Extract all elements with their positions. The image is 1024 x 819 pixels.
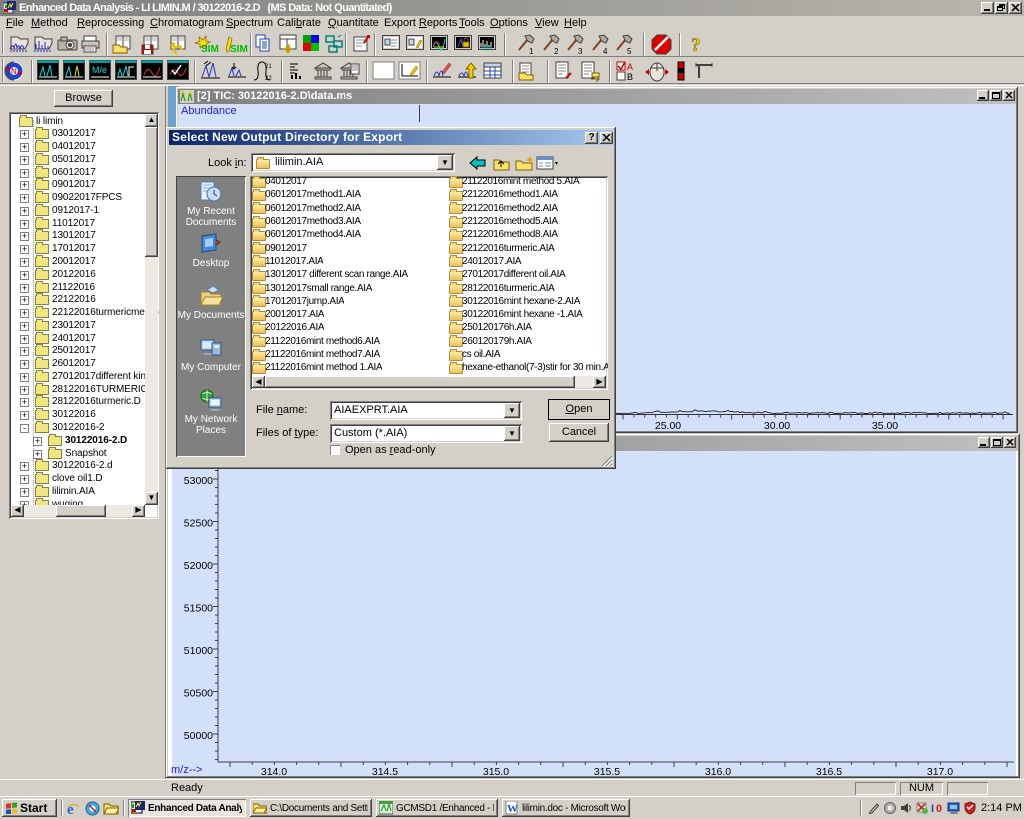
svg-text:5: 5 bbox=[627, 47, 632, 55]
svg-text:52000: 52000 bbox=[184, 560, 213, 572]
svg-text:M/e: M/e bbox=[92, 65, 107, 75]
svg-text:?: ? bbox=[691, 35, 701, 55]
svg-text:315.5: 315.5 bbox=[594, 766, 620, 775]
svg-text:315.0: 315.0 bbox=[483, 766, 509, 775]
svg-text:316.0: 316.0 bbox=[705, 766, 731, 775]
svg-text:4: 4 bbox=[603, 47, 608, 55]
svg-text:317.0: 317.0 bbox=[927, 766, 953, 775]
svg-text:I: I bbox=[931, 803, 934, 815]
svg-text:314.5: 314.5 bbox=[372, 766, 398, 775]
svg-text:A: A bbox=[627, 62, 633, 72]
svg-text:51500: 51500 bbox=[184, 603, 213, 615]
svg-text:316.5: 316.5 bbox=[816, 766, 842, 775]
svg-text:35.00: 35.00 bbox=[872, 420, 898, 431]
svg-text:SIM: SIM bbox=[201, 44, 219, 55]
svg-text:SIM: SIM bbox=[230, 44, 248, 55]
svg-text:25.00: 25.00 bbox=[655, 420, 681, 431]
svg-text:W: W bbox=[507, 803, 518, 815]
svg-text:314.0: 314.0 bbox=[261, 766, 287, 775]
svg-text:51000: 51000 bbox=[184, 645, 213, 657]
svg-text:21: 21 bbox=[265, 64, 272, 70]
svg-text:B: B bbox=[627, 72, 633, 82]
svg-text:22: 22 bbox=[265, 76, 272, 82]
svg-text:1: 1 bbox=[529, 47, 534, 55]
svg-text:3: 3 bbox=[578, 47, 583, 55]
svg-text:50500: 50500 bbox=[184, 688, 213, 700]
svg-text:N: N bbox=[11, 67, 17, 76]
svg-text:50000: 50000 bbox=[184, 730, 213, 742]
svg-text:52500: 52500 bbox=[184, 518, 213, 530]
svg-text:53000: 53000 bbox=[184, 475, 213, 487]
svg-text:30.00: 30.00 bbox=[764, 420, 790, 431]
svg-text:2: 2 bbox=[554, 47, 559, 55]
svg-text:0: 0 bbox=[936, 803, 942, 815]
